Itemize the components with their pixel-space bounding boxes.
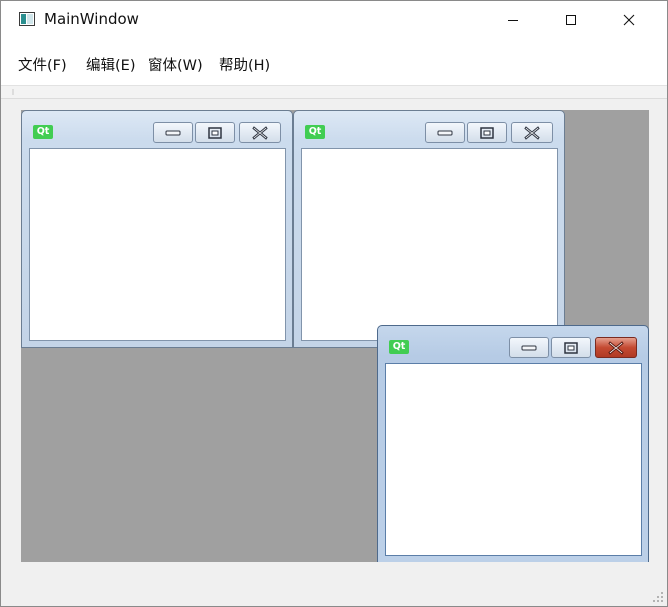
subwindow-close-button[interactable] bbox=[239, 122, 281, 143]
qt-logo-icon: Qt bbox=[33, 125, 53, 139]
subwindow-maximize-button[interactable] bbox=[467, 122, 507, 143]
close-icon bbox=[623, 14, 635, 26]
maximize-icon bbox=[566, 15, 576, 25]
qt-logo-icon: Qt bbox=[389, 340, 409, 354]
close-icon bbox=[524, 125, 540, 140]
app-window-icon bbox=[19, 12, 35, 26]
menu-window[interactable]: 窗体(W) bbox=[148, 54, 203, 75]
subwindow-minimize-button[interactable] bbox=[153, 122, 193, 143]
minimize-icon bbox=[437, 130, 453, 135]
maximize-icon bbox=[564, 341, 578, 354]
minimize-icon bbox=[521, 345, 537, 350]
qt-logo-icon: Qt bbox=[305, 125, 325, 139]
close-button[interactable] bbox=[606, 1, 652, 39]
subwindow-content-area[interactable] bbox=[385, 363, 642, 556]
mdi-subwindow-1[interactable]: Qt bbox=[21, 110, 293, 348]
close-icon bbox=[252, 125, 268, 140]
mdi-subwindow-3-active[interactable]: Qt bbox=[377, 325, 649, 562]
maximize-icon bbox=[480, 126, 494, 139]
mdi-area: Qt Qt Qt bbox=[21, 110, 649, 562]
subwindow-maximize-button[interactable] bbox=[195, 122, 235, 143]
subwindow-minimize-button[interactable] bbox=[425, 122, 465, 143]
minimize-button[interactable] bbox=[490, 1, 536, 39]
minimize-icon bbox=[165, 130, 181, 135]
subwindow-maximize-button[interactable] bbox=[551, 337, 591, 358]
status-bar bbox=[1, 563, 667, 606]
maximize-button[interactable] bbox=[548, 1, 594, 39]
main-window: MainWindow 文件(F) 编辑(E) 窗体(W) 帮助(H) Qt Qt… bbox=[0, 0, 668, 607]
size-grip-icon[interactable] bbox=[652, 591, 664, 603]
title-bar[interactable]: MainWindow bbox=[1, 1, 667, 39]
subwindow-minimize-button[interactable] bbox=[509, 337, 549, 358]
minimize-icon bbox=[508, 20, 518, 21]
toolbar-grip-handle[interactable] bbox=[12, 89, 14, 95]
window-title: MainWindow bbox=[44, 10, 139, 28]
tool-bar bbox=[1, 86, 667, 99]
subwindow-close-button[interactable] bbox=[511, 122, 553, 143]
mdi-subwindow-2[interactable]: Qt bbox=[293, 110, 565, 348]
subwindow-content-area[interactable] bbox=[29, 148, 286, 341]
menu-bar: 文件(F) 编辑(E) 窗体(W) 帮助(H) bbox=[1, 39, 667, 86]
subwindow-content-area[interactable] bbox=[301, 148, 558, 341]
subwindow-close-button[interactable] bbox=[595, 337, 637, 358]
close-icon bbox=[608, 340, 624, 355]
menu-file[interactable]: 文件(F) bbox=[18, 54, 67, 75]
menu-edit[interactable]: 编辑(E) bbox=[86, 54, 135, 75]
menu-help[interactable]: 帮助(H) bbox=[219, 54, 270, 75]
maximize-icon bbox=[208, 126, 222, 139]
